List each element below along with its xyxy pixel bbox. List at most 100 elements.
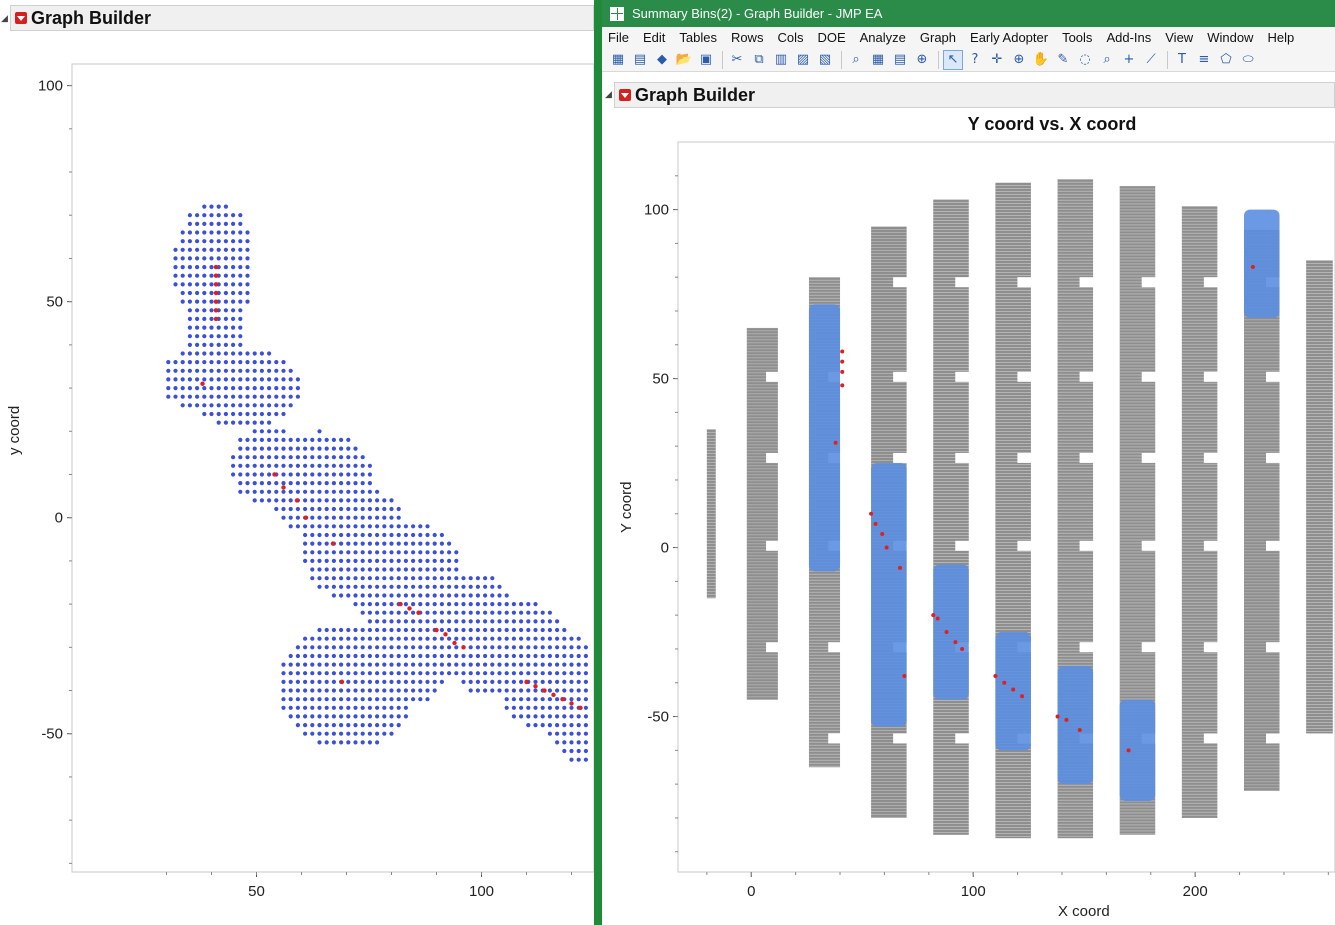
highlighted-point[interactable]	[213, 273, 219, 278]
highlighted-point[interactable]	[272, 472, 277, 477]
highlighted-point[interactable]	[542, 688, 547, 693]
highlighted-point[interactable]	[213, 264, 219, 270]
highlighted-point[interactable]	[213, 290, 219, 296]
highlighted-point[interactable]	[213, 316, 219, 322]
highlighted-point[interactable]	[833, 440, 838, 445]
data-point	[396, 541, 401, 546]
highlighted-point[interactable]	[1002, 680, 1007, 685]
selected-region[interactable]	[933, 564, 969, 700]
highlighted-point[interactable]	[533, 684, 538, 689]
highlighted-point[interactable]	[1055, 714, 1060, 719]
highlighted-point[interactable]	[213, 308, 219, 313]
selected-region[interactable]	[808, 304, 841, 572]
data-point	[317, 645, 322, 650]
data-point	[447, 636, 452, 641]
data-point	[360, 584, 365, 589]
highlighted-point[interactable]	[884, 545, 889, 550]
right-scatter-plot[interactable]: 0 100 200 100 50 0 -50	[602, 0, 1335, 925]
data-point	[533, 723, 538, 728]
data-point	[310, 481, 315, 486]
column-notch	[893, 277, 908, 288]
highlighted-point[interactable]	[560, 696, 565, 702]
highlighted-point[interactable]	[294, 498, 300, 503]
highlighted-point[interactable]	[434, 627, 439, 633]
data-point	[396, 506, 401, 512]
data-point	[475, 610, 480, 615]
data-point	[245, 437, 250, 442]
data-point	[497, 619, 502, 624]
data-point	[439, 550, 444, 555]
data-point	[353, 446, 358, 451]
highlighted-point[interactable]	[1011, 687, 1016, 692]
highlighted-point[interactable]	[569, 701, 574, 706]
data-point	[461, 627, 466, 633]
column-notch	[955, 452, 970, 463]
highlighted-point[interactable]	[1126, 748, 1131, 753]
data-point	[317, 731, 322, 736]
selected-region[interactable]	[871, 463, 907, 727]
highlighted-point[interactable]	[1064, 717, 1069, 722]
highlighted-point[interactable]	[452, 640, 457, 646]
data-point	[180, 256, 185, 261]
highlighted-point[interactable]	[281, 485, 286, 490]
highlighted-point[interactable]	[935, 616, 940, 621]
collapse-triangle-icon[interactable]: ◢	[1, 14, 8, 24]
left-scatter-plot[interactable]: 50 100 100 50 0 -50	[0, 0, 594, 925]
data-point	[454, 653, 459, 659]
data-point	[360, 506, 365, 512]
data-point	[317, 627, 322, 633]
highlighted-point[interactable]	[880, 532, 885, 537]
data-point	[483, 653, 488, 659]
data-point	[267, 351, 272, 356]
highlighted-point[interactable]	[213, 299, 219, 304]
data-point	[353, 472, 358, 477]
data-point	[382, 524, 387, 529]
data-point	[288, 463, 293, 468]
highlighted-point[interactable]	[1077, 728, 1082, 733]
data-point	[353, 463, 358, 468]
data-point	[461, 671, 466, 676]
data-point	[331, 731, 336, 736]
data-point	[324, 636, 329, 641]
highlighted-point[interactable]	[200, 381, 205, 386]
highlighted-point[interactable]	[339, 679, 345, 685]
highlighted-point[interactable]	[931, 613, 936, 618]
highlighted-point[interactable]	[461, 645, 466, 650]
highlighted-point[interactable]	[873, 521, 878, 526]
highlighted-point[interactable]	[407, 606, 412, 611]
highlighted-point[interactable]	[303, 515, 309, 520]
selected-region[interactable]	[1243, 209, 1280, 318]
highlighted-point[interactable]	[398, 601, 403, 607]
data-point	[411, 602, 416, 607]
highlighted-point[interactable]	[213, 282, 219, 287]
highlighted-point[interactable]	[869, 511, 874, 516]
highlighted-point[interactable]	[1020, 694, 1025, 699]
highlighted-point[interactable]	[993, 673, 998, 678]
data-point	[195, 239, 200, 244]
data-point	[367, 489, 372, 494]
data-point	[432, 558, 437, 564]
highlighted-point[interactable]	[840, 369, 845, 374]
highlighted-point[interactable]	[330, 541, 336, 546]
highlighted-point[interactable]	[897, 565, 902, 570]
selected-region[interactable]	[1057, 665, 1094, 785]
highlighted-point[interactable]	[944, 630, 949, 635]
highlighted-point[interactable]	[840, 359, 845, 364]
data-point	[187, 221, 192, 226]
highlighted-point[interactable]	[840, 383, 845, 388]
highlighted-point[interactable]	[902, 673, 907, 678]
highlighted-point[interactable]	[1250, 265, 1255, 270]
highlighted-point[interactable]	[443, 632, 448, 637]
highlighted-point[interactable]	[840, 349, 845, 354]
highlighted-point[interactable]	[960, 646, 965, 651]
highlighted-point[interactable]	[551, 692, 556, 698]
highlighted-point[interactable]	[578, 705, 583, 711]
data-point	[439, 541, 444, 546]
data-point	[569, 714, 574, 719]
highlighted-point[interactable]	[416, 610, 421, 615]
highlighted-point[interactable]	[524, 679, 529, 685]
data-point	[180, 377, 185, 382]
data-point	[367, 463, 372, 468]
highlighted-point[interactable]	[953, 640, 958, 645]
selected-region[interactable]	[1119, 699, 1156, 802]
